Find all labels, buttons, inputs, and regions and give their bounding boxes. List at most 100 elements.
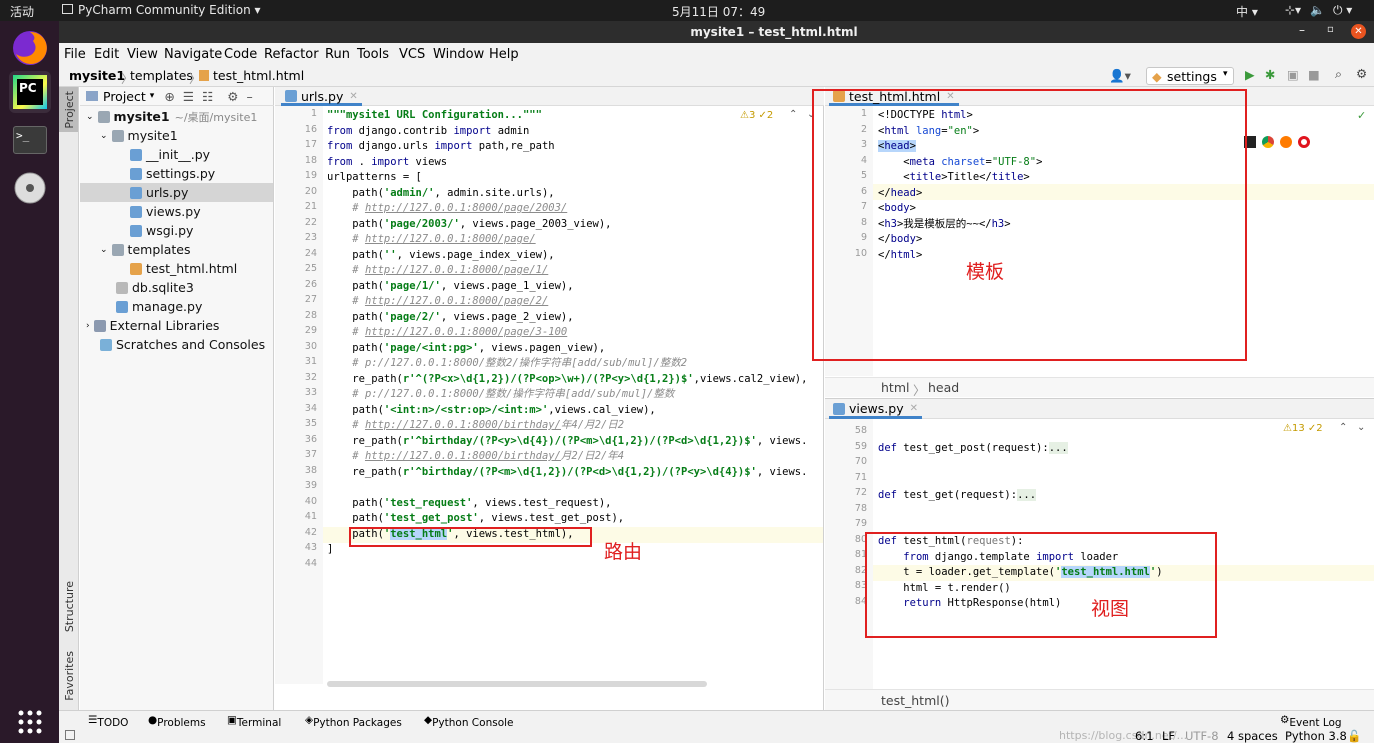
crumb-head[interactable]: head (928, 380, 959, 395)
file-encoding[interactable]: UTF-8 (1185, 729, 1219, 743)
crumb-function[interactable]: test_html() (881, 693, 949, 708)
restore-icon[interactable]: ▫ (1327, 24, 1334, 35)
line-number: 40 (304, 495, 317, 507)
todo-tab[interactable]: ☰ TODO (88, 714, 128, 729)
breadcrumb-file[interactable]: test_html.html (213, 68, 304, 83)
menu-view[interactable]: View (127, 47, 158, 62)
debug-icon[interactable]: ✱ (1265, 67, 1275, 82)
menu-tools[interactable]: Tools (357, 47, 389, 62)
tree-item-test-html[interactable]: test_html.html (130, 259, 237, 278)
close-icon[interactable]: ✕ (1351, 24, 1366, 39)
tree-item-wsgi[interactable]: wsgi.py (130, 221, 193, 240)
search-icon[interactable]: ⌕ (1335, 66, 1342, 82)
structure-tool-tab[interactable]: Structure (59, 577, 78, 632)
tree-item-manage[interactable]: manage.py (116, 297, 202, 316)
tree-item-urls[interactable]: urls.py (80, 183, 273, 202)
library-icon (93, 319, 106, 332)
user-icon[interactable]: 👤▾ (1109, 68, 1131, 84)
close-tab-icon[interactable]: ✕ (910, 403, 918, 414)
chrome-icon[interactable] (1262, 136, 1274, 148)
crumb-html[interactable]: html (881, 380, 909, 395)
django-icon: ◆ (1152, 69, 1162, 84)
tree-item-label: urls.py (146, 185, 189, 200)
menu-refactor[interactable]: Refactor (264, 47, 319, 62)
menu-help[interactable]: Help (489, 47, 519, 62)
toggle-tool-windows-icon[interactable] (65, 730, 75, 740)
project-panel-title[interactable]: Project (103, 89, 146, 104)
breadcrumb-project[interactable]: mysite1 (69, 68, 125, 83)
chevron-down-icon[interactable]: ⌄ (1357, 422, 1365, 433)
tree-item-scratches[interactable]: Scratches and Consoles (100, 335, 265, 354)
chevron-up-icon[interactable]: ⌃ (1339, 422, 1347, 433)
structure-tool-label: Structure (63, 581, 76, 633)
tree-item-views[interactable]: views.py (130, 202, 201, 221)
tree-item-mysite1-package[interactable]: ⌄ mysite1 (100, 126, 178, 145)
tree-item-label: settings.py (146, 166, 216, 181)
line-number: 38 (304, 464, 317, 476)
menu-window[interactable]: Window (433, 47, 484, 62)
check-icon[interactable]: ✓ (1357, 109, 1366, 122)
activities-button[interactable]: 活动 (10, 3, 34, 20)
tree-item-project-root[interactable]: ⌄ mysite1 ~/桌面/mysite1 (86, 107, 257, 126)
inspection-widget[interactable]: ⚠13 ✓2 (1283, 423, 1323, 434)
line-separator[interactable]: LF (1162, 729, 1175, 743)
terminal-tab[interactable]: ▣ Terminal (227, 714, 281, 729)
favorites-tool-tab[interactable]: Favorites (59, 647, 78, 702)
show-apps-icon[interactable] (9, 701, 51, 743)
menu-edit[interactable]: Edit (94, 47, 119, 62)
settings-gear-icon[interactable]: ⚙ (1356, 66, 1367, 81)
run-icon[interactable]: ▶ (1245, 67, 1255, 82)
dvd-icon[interactable] (9, 167, 51, 209)
power-icon[interactable]: ⏻ ▾ (1333, 3, 1352, 18)
options-gear-icon[interactable]: ⚙ (227, 89, 238, 104)
terminal-icon[interactable]: >_ (9, 119, 51, 161)
run-config-select[interactable]: ◆ settings ▾ (1146, 67, 1234, 85)
event-log-tab[interactable]: ⚙ Event Log (1280, 714, 1342, 729)
tree-item-init[interactable]: __init__.py (130, 145, 210, 164)
expand-all-icon[interactable]: ☰ (183, 89, 194, 104)
pycharm-icon[interactable]: PC (9, 71, 51, 113)
collapse-all-icon[interactable]: ☷ (202, 89, 213, 104)
close-tab-icon[interactable]: ✕ (349, 91, 357, 102)
volume-icon[interactable]: 🔈 (1310, 3, 1325, 17)
menu-code[interactable]: Code (224, 47, 257, 62)
tree-item-settings[interactable]: settings.py (130, 164, 215, 183)
tree-item-db[interactable]: db.sqlite3 (116, 278, 194, 297)
caret-position[interactable]: 6:1 (1135, 729, 1154, 743)
breadcrumb-folder[interactable]: templates (130, 68, 193, 83)
clock[interactable]: 5月11日 07：49 (672, 3, 765, 20)
network-icon[interactable]: ⊹▾ (1285, 3, 1301, 17)
lock-icon[interactable]: 🔓 (1347, 729, 1361, 743)
urls-code[interactable]: """mysite1 URL Configuration...""" from … (327, 108, 823, 668)
input-method-indicator[interactable]: 中 ▾ (1236, 3, 1258, 20)
firefox-icon[interactable] (9, 27, 51, 69)
horizontal-scrollbar[interactable] (327, 681, 707, 687)
stop-icon[interactable]: ■ (1308, 67, 1320, 82)
tab-urls-py[interactable]: urls.py ✕ (281, 89, 362, 106)
chevron-down-icon[interactable]: ▾ (150, 91, 155, 101)
menu-run[interactable]: Run (325, 47, 350, 62)
python-packages-tab[interactable]: ◈ Python Packages (305, 714, 402, 729)
firefox-icon[interactable] (1280, 136, 1292, 148)
line-number: 58 (854, 425, 867, 436)
menu-vcs[interactable]: VCS (399, 47, 425, 62)
line-number: 23 (304, 232, 317, 243)
minimize-icon[interactable]: – (1299, 23, 1305, 37)
locate-icon[interactable]: ⊕ (164, 89, 174, 104)
problems-tab[interactable]: ● Problems (148, 714, 206, 729)
coverage-icon[interactable]: ▣ (1287, 67, 1299, 82)
opera-icon[interactable] (1298, 136, 1310, 148)
menu-file[interactable]: File (64, 47, 86, 62)
python-console-tab[interactable]: ◆ Python Console (424, 714, 514, 729)
indent-setting[interactable]: 4 spaces (1227, 729, 1278, 743)
tree-item-templates[interactable]: ⌄ templates (100, 240, 191, 259)
interpreter[interactable]: Python 3.8 (1285, 729, 1347, 743)
tree-item-external-libraries[interactable]: › External Libraries (86, 316, 219, 335)
project-tool-tab[interactable]: Project (59, 87, 78, 132)
tab-views-py[interactable]: views.py ✕ (829, 401, 922, 419)
line-number: 25 (304, 263, 317, 274)
scratches-icon (100, 338, 112, 351)
menu-navigate[interactable]: Navigate (164, 47, 222, 62)
app-menu[interactable]: PyCharm Community Edition ▾ (62, 3, 261, 17)
hide-panel-icon[interactable]: – (246, 89, 252, 104)
